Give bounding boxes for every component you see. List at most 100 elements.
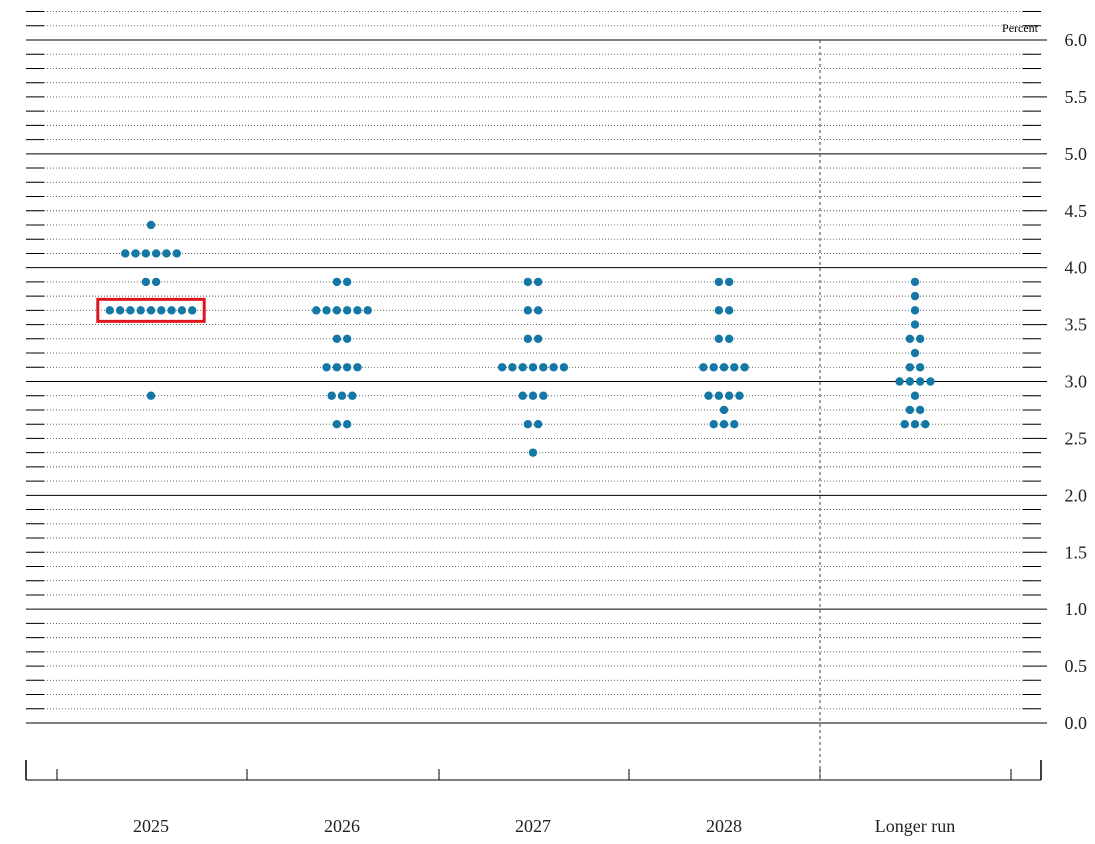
dot-point	[910, 306, 920, 315]
dot-point	[915, 334, 925, 344]
dot-point	[915, 405, 925, 415]
y-tick-label: 3.0	[1065, 372, 1088, 392]
dot-point	[926, 377, 935, 386]
y-tick-label: 5.5	[1065, 87, 1088, 107]
dot-point	[895, 377, 904, 386]
dot-point	[312, 306, 321, 315]
dot-point	[342, 306, 352, 315]
dot-point	[533, 306, 543, 315]
dot-point	[146, 391, 156, 400]
dot-point	[523, 306, 533, 315]
dot-point	[518, 363, 527, 372]
dot-plot-chart: Percent 6.0 5.5 5.0 4.5 4.0 3.5 3.0 2.5 2.0 1.5 1.…	[25, 11, 1087, 836]
dot-point	[724, 277, 734, 287]
dot-point	[188, 306, 197, 315]
y-tick-label: 0.5	[1065, 656, 1088, 676]
dot-point	[322, 363, 331, 372]
dot-point	[342, 334, 352, 344]
dot-point	[146, 220, 156, 230]
y-tick-label: 1.0	[1065, 599, 1088, 619]
y-tick-label: 5.0	[1065, 144, 1088, 164]
category-labels: 2025 2026 2027 2028 Longer run	[133, 816, 955, 836]
dot-point	[151, 277, 161, 287]
dot-point	[162, 249, 171, 258]
y-tick-label: 2.0	[1065, 485, 1088, 505]
dot-point	[735, 391, 744, 400]
grid-lines	[26, 11, 1041, 724]
dot-point	[151, 249, 161, 258]
dot-point	[353, 363, 362, 372]
dot-point	[910, 277, 920, 287]
dot-point	[533, 277, 543, 287]
dot-point	[549, 363, 558, 372]
dot-point	[518, 391, 527, 400]
dot-point	[910, 320, 920, 329]
y-tick-label: 3.5	[1065, 315, 1088, 335]
dot-point	[719, 363, 729, 372]
dot-point	[167, 306, 176, 315]
dot-point	[910, 291, 920, 301]
y-tick-label: 4.5	[1065, 201, 1088, 221]
dot-point	[332, 306, 342, 315]
dot-point	[905, 377, 915, 386]
dot-point	[353, 306, 362, 315]
dot-point	[900, 419, 909, 429]
dot-point	[910, 391, 920, 400]
dot-point	[322, 306, 331, 315]
dot-point	[523, 419, 533, 429]
dot-point	[342, 277, 352, 287]
dot-point	[172, 249, 181, 258]
dot-point	[905, 405, 915, 415]
dot-point	[342, 419, 352, 429]
dot-point	[523, 334, 533, 344]
dot-point	[115, 306, 125, 315]
dot-point	[177, 306, 187, 315]
dot-point	[508, 363, 517, 372]
dot-point	[539, 391, 548, 400]
dot-point	[719, 405, 729, 415]
dot-point	[105, 306, 115, 315]
dot-point	[905, 363, 915, 372]
dot-point	[910, 419, 920, 429]
dot-point	[709, 363, 718, 372]
dot-point	[523, 277, 533, 287]
dot-point	[141, 277, 151, 287]
dot-point	[126, 306, 135, 315]
dot-point	[714, 391, 724, 400]
dot-point	[910, 348, 920, 358]
dot-point	[709, 419, 718, 429]
dot-point	[528, 391, 538, 400]
dot-point	[539, 363, 548, 372]
dot-point	[121, 249, 130, 258]
dot-point	[497, 363, 507, 372]
dot-point	[921, 419, 930, 429]
dot-point	[915, 377, 925, 386]
dot-point	[533, 334, 543, 344]
dot-point	[724, 334, 734, 344]
dot-point	[363, 306, 372, 315]
dot-point	[704, 391, 713, 400]
dot-point	[714, 306, 724, 315]
y-tick-label: 6.0	[1065, 30, 1088, 50]
x-category-label: 2025	[133, 816, 169, 836]
x-category-label: 2026	[324, 816, 360, 836]
dots-layer	[105, 220, 935, 457]
dot-point	[559, 363, 569, 372]
dot-point	[533, 419, 543, 429]
dot-point	[141, 249, 151, 258]
dot-point	[332, 334, 342, 344]
dot-point	[719, 419, 729, 429]
dot-point	[131, 249, 140, 258]
dot-point	[332, 277, 342, 287]
y-tick-label: 0.0	[1065, 713, 1088, 733]
y-tick-labels: 6.0 5.5 5.0 4.5 4.0 3.5 3.0 2.5 2.0 1.5 1.0 0.5 0.0	[1041, 30, 1087, 733]
dot-point	[327, 391, 336, 400]
dot-point	[724, 391, 734, 400]
dot-point	[740, 363, 749, 372]
dot-point	[730, 363, 739, 372]
dot-point	[337, 391, 347, 400]
dot-point	[157, 306, 166, 315]
y-unit-label: Percent	[1002, 21, 1039, 35]
dot-point	[136, 306, 145, 315]
dot-point	[730, 419, 739, 429]
